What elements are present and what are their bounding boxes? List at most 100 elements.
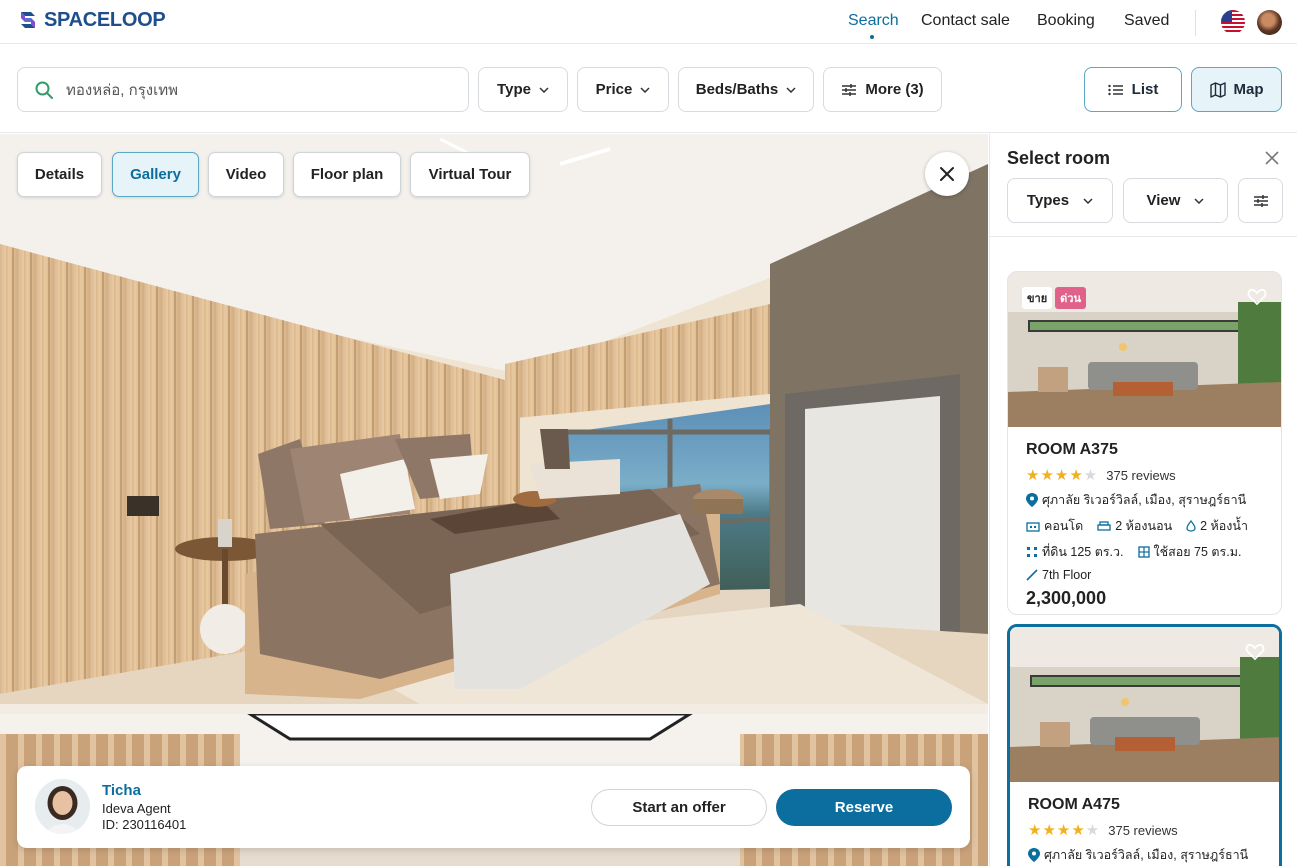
chevron-down-icon (1083, 197, 1093, 204)
search-icon (35, 81, 53, 99)
room-rating: ★★★★★ 375 reviews (1028, 821, 1261, 839)
nav-contact-sale[interactable]: Contact sale (921, 12, 1010, 30)
tab-floor-plan[interactable]: Floor plan (293, 152, 401, 197)
nav-saved[interactable]: Saved (1124, 12, 1169, 30)
beds-baths-filter-label: Beds/Baths (695, 81, 779, 98)
room-area: ที่ดิน 125 ตร.ว. ใช้สอย 75 ตร.ม. (1026, 542, 1263, 562)
room-details: ROOM A475 ★★★★★ 375 reviews ศุภาลัย ริเว… (1010, 782, 1279, 866)
brand-logo[interactable]: SPACELOOP (18, 9, 166, 32)
list-view-button[interactable]: List (1084, 67, 1182, 112)
review-count: 375 reviews (1106, 467, 1176, 483)
floor-text: 7th Floor (1042, 568, 1092, 582)
tab-virtual-tour[interactable]: Virtual Tour (410, 152, 530, 197)
map-view-button[interactable]: Map (1191, 67, 1282, 112)
agent-role: Ideva Agent (102, 801, 171, 816)
urgent-badge: ด่วน (1055, 287, 1086, 309)
agent-avatar (35, 779, 90, 834)
usable-size: ใช้สอย 75 ตร.ม. (1153, 545, 1242, 559)
nav-divider (1195, 10, 1196, 36)
tab-details[interactable]: Details (17, 152, 102, 197)
usable-area-icon (1137, 546, 1150, 558)
bedroom-count: 2 ห้องนอน (1115, 519, 1173, 533)
location-pin-icon (1028, 848, 1040, 862)
sliders-icon (1253, 194, 1268, 207)
us-flag-icon[interactable] (1221, 10, 1245, 34)
close-panel-icon[interactable] (1262, 148, 1282, 168)
room-specs: คอนโด 2 ห้องนอน 2 ห้องน้ำ (1026, 516, 1263, 536)
map-view-label: Map (1233, 81, 1264, 98)
types-filter-label: Types (1026, 192, 1070, 209)
land-size: ที่ดิน 125 ตร.ว. (1042, 545, 1124, 559)
room-name: ROOM A375 (1026, 441, 1118, 458)
room-location: ศุภาลัย ริเวอร์วิลล์, เมือง, สุราษฎร์ธาน… (1026, 490, 1263, 510)
room-badges: ขาย ด่วน (1022, 287, 1086, 309)
room-card[interactable]: ROOM A475 ★★★★★ 375 reviews ศุภาลัย ริเว… (1007, 624, 1282, 866)
more-filters-button[interactable]: More (3) (823, 67, 942, 112)
floor-icon (1026, 569, 1038, 581)
beds-baths-filter-button[interactable]: Beds/Baths (678, 67, 814, 112)
types-filter-button[interactable]: Types (1007, 178, 1113, 223)
star-rating-icon: ★★★★★ (1028, 822, 1101, 839)
close-icon (940, 167, 954, 181)
building-icon (1026, 522, 1040, 532)
nav-search[interactable]: Search (848, 12, 899, 30)
room-details: ROOM A375 ★★★★★ 375 reviews ศุภาลัย ริเว… (1008, 427, 1281, 614)
view-filter-button[interactable]: View (1123, 178, 1228, 223)
close-gallery-button[interactable] (925, 152, 969, 196)
nav-active-indicator (870, 35, 874, 39)
more-filters-label: More (3) (865, 81, 924, 98)
sale-badge: ขาย (1022, 287, 1053, 309)
chevron-down-icon (1194, 197, 1204, 204)
search-input[interactable]: ทองหล่อ, กรุงเทพ (17, 67, 469, 112)
type-filter-label: Type (497, 81, 531, 98)
gallery-viewer: Details Gallery Video Floor plan Virtual… (0, 134, 988, 866)
star-rating-icon: ★★★★★ (1026, 467, 1099, 484)
type-filter-button[interactable]: Type (478, 67, 568, 112)
room-name: ROOM A475 (1028, 796, 1120, 813)
price-filter-button[interactable]: Price (577, 67, 669, 112)
location-text: ศุภาลัย ริเวอร์วิลล์, เมือง, สุราษฎร์ธาน… (1044, 848, 1249, 862)
list-view-label: List (1131, 81, 1159, 98)
price-filter-label: Price (595, 81, 633, 98)
agent-name[interactable]: Ticha (102, 782, 141, 799)
bathroom-count: 2 ห้องน้ำ (1200, 519, 1248, 533)
water-drop-icon (1186, 520, 1196, 532)
room-floor: 7th Floor (1026, 568, 1263, 582)
location-text: ศุภาลัย ริเวอร์วิลล์, เมือง, สุราษฎร์ธาน… (1042, 493, 1247, 507)
room-photo (1010, 627, 1279, 782)
search-value: ทองหล่อ, กรุงเทพ (66, 81, 179, 99)
room-location: ศุภาลัย ริเวอร์วิลล์, เมือง, สุราษฎร์ธาน… (1028, 845, 1261, 865)
room-price: 2,300,000 (1026, 588, 1107, 608)
tab-video[interactable]: Video (208, 152, 284, 197)
nav-booking[interactable]: Booking (1037, 12, 1095, 30)
filter-bar: ทองหล่อ, กรุงเทพ Type Price Beds/Baths M… (0, 45, 1297, 133)
property-type: คอนโด (1044, 519, 1084, 533)
heart-icon[interactable] (1245, 642, 1265, 662)
location-pin-icon (1026, 493, 1038, 507)
brand-name: SPACELOOP (44, 9, 166, 31)
top-navigation-bar: SPACELOOP Search Contact sale Booking Sa… (0, 0, 1297, 44)
agent-id: ID: 230116401 (102, 817, 187, 832)
chevron-down-icon (539, 86, 549, 93)
review-count: 375 reviews (1108, 822, 1178, 838)
land-area-icon (1027, 547, 1037, 557)
user-avatar[interactable] (1257, 10, 1282, 35)
start-offer-button[interactable]: Start an offer (591, 789, 767, 826)
chevron-down-icon (786, 86, 796, 93)
panel-settings-button[interactable] (1238, 178, 1283, 223)
list-icon (1107, 84, 1123, 95)
heart-icon[interactable] (1247, 287, 1267, 307)
panel-title: Select room (1007, 148, 1111, 168)
spaceloop-logo-icon (21, 11, 35, 28)
room-card[interactable]: ขาย ด่วน ROOM A375 ★★★★★ 375 reviews ศุภ… (1007, 271, 1282, 615)
bedroom-photo[interactable] (0, 134, 988, 704)
chevron-down-icon (640, 86, 650, 93)
panel-divider (990, 236, 1297, 237)
agent-card: Ticha Ideva Agent ID: 230116401 Start an… (17, 766, 970, 848)
reserve-button[interactable]: Reserve (776, 789, 952, 826)
sliders-icon (842, 83, 857, 96)
map-icon (1209, 81, 1226, 98)
room-photo: ขาย ด่วน (1008, 272, 1281, 427)
tab-gallery[interactable]: Gallery (112, 152, 199, 197)
room-rating: ★★★★★ 375 reviews (1026, 466, 1263, 484)
